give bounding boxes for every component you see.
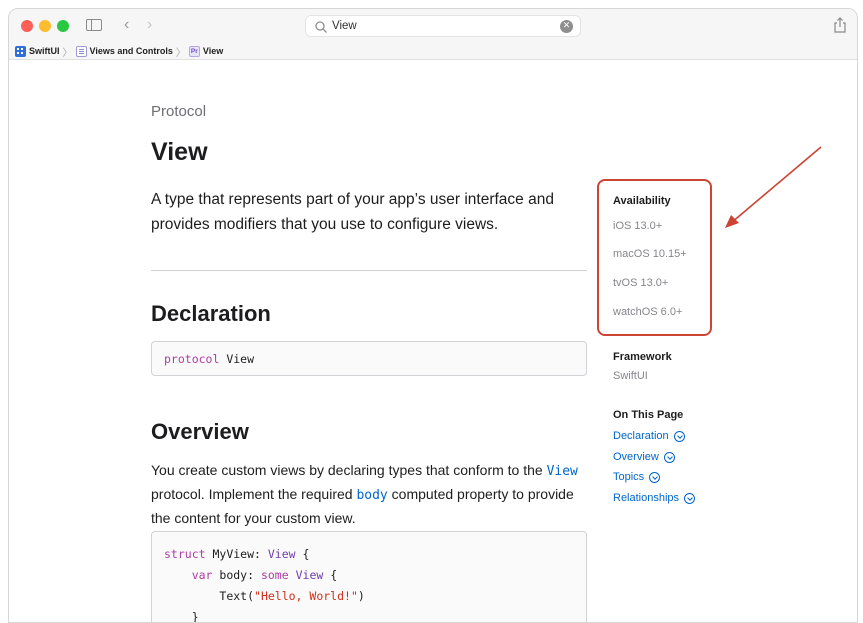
code-text: Text(	[219, 589, 255, 603]
on-this-page-label: Overview	[613, 451, 659, 463]
overview-heading: Overview	[151, 419, 249, 444]
code-text: {	[295, 547, 310, 561]
overview-paragraph: You create custom views by declaring typ…	[151, 459, 591, 529]
search-field[interactable]: ✕	[305, 15, 581, 37]
code-keyword: struct	[164, 547, 206, 561]
protocol-icon: Pr	[188, 45, 200, 57]
chevron-down-circle-icon	[673, 430, 685, 442]
annotation-arrow-icon	[725, 146, 822, 228]
availability-tvos: tvOS 13.0+	[613, 277, 669, 289]
on-this-page-heading: On This Page	[613, 409, 684, 421]
symbol-kind-label: Protocol	[151, 103, 207, 120]
search-input[interactable]	[332, 18, 552, 34]
overview-text-segment: protocol. Implement the required	[151, 486, 357, 502]
on-this-page-overview[interactable]: Overview	[613, 451, 675, 463]
share-icon[interactable]	[833, 17, 847, 33]
chevron-down-circle-icon	[663, 451, 675, 463]
swift-framework-icon	[15, 45, 26, 57]
on-this-page-label: Relationships	[613, 492, 680, 504]
section-divider	[151, 270, 587, 271]
availability-macos: macOS 10.15+	[613, 248, 687, 260]
on-this-page-declaration[interactable]: Declaration	[613, 430, 685, 442]
code-type: View	[267, 547, 296, 561]
framework-heading: Framework	[613, 351, 672, 363]
code-string: "Hello, World!"	[254, 589, 358, 603]
breadcrumb-item-views-and-controls[interactable]: Views and Controls	[75, 45, 173, 57]
code-text: MyView:	[205, 547, 268, 561]
forward-chevron-icon[interactable]: ›	[147, 15, 152, 35]
documentation-content: Protocol View A type that represents par…	[9, 61, 857, 623]
sidebar-toggle-icon[interactable]	[86, 19, 102, 31]
chevron-down-circle-icon	[684, 492, 696, 504]
breadcrumb-label: SwiftUI	[29, 46, 60, 56]
close-window-button[interactable]	[21, 20, 33, 32]
body-symbol-link[interactable]: body	[356, 488, 387, 503]
availability-watchos: watchOS 6.0+	[613, 306, 683, 318]
breadcrumb-separator-icon: 〉	[62, 47, 73, 59]
view-symbol-link[interactable]: View	[547, 464, 578, 479]
code-keyword: some	[260, 568, 289, 582]
toolbar: ‹ › ✕	[9, 9, 857, 43]
availability-ios: iOS 13.0+	[613, 220, 663, 232]
example-code-block: struct MyView: View { var body: some Vie…	[151, 531, 587, 623]
declaration-code-block: protocol View	[151, 341, 587, 376]
breadcrumb-label: Views and Controls	[89, 46, 173, 56]
code-text: )	[357, 589, 365, 603]
search-icon	[315, 21, 327, 33]
code-keyword: protocol	[164, 352, 220, 366]
on-this-page-label: Declaration	[613, 430, 669, 442]
code-text: }	[164, 610, 199, 623]
breadcrumb-separator-icon: 〉	[175, 47, 186, 59]
declaration-heading: Declaration	[151, 301, 271, 326]
availability-heading: Availability	[613, 195, 671, 207]
on-this-page-relationships[interactable]: Relationships	[613, 492, 696, 504]
breadcrumb-label: View	[202, 46, 224, 56]
code-identifier: View	[226, 352, 255, 366]
back-chevron-icon[interactable]: ‹	[124, 15, 129, 35]
code-keyword: var	[191, 568, 213, 582]
code-text: body:	[212, 568, 261, 582]
breadcrumb-item-view[interactable]: Pr View	[188, 45, 224, 57]
browser-window: ‹ › ✕ SwiftUI 〉 Views and Controls 〉	[8, 8, 858, 623]
framework-value: SwiftUI	[613, 370, 648, 382]
abstract-text: A type that represents part of your app’…	[151, 191, 554, 233]
breadcrumb-item-swiftui[interactable]: SwiftUI	[15, 45, 60, 57]
code-text: {	[323, 568, 338, 582]
zoom-window-button[interactable]	[57, 20, 69, 32]
on-this-page-topics[interactable]: Topics	[613, 471, 661, 483]
breadcrumb: SwiftUI 〉 Views and Controls 〉 Pr View	[9, 43, 857, 60]
clear-search-icon[interactable]: ✕	[560, 20, 573, 33]
on-this-page-label: Topics	[613, 471, 645, 483]
document-list-icon	[75, 45, 87, 57]
page-title: View	[151, 138, 208, 166]
code-type: View	[295, 568, 324, 582]
minimize-window-button[interactable]	[39, 20, 51, 32]
overview-text-segment: You create custom views by declaring typ…	[151, 462, 547, 478]
chevron-down-circle-icon	[649, 471, 661, 483]
